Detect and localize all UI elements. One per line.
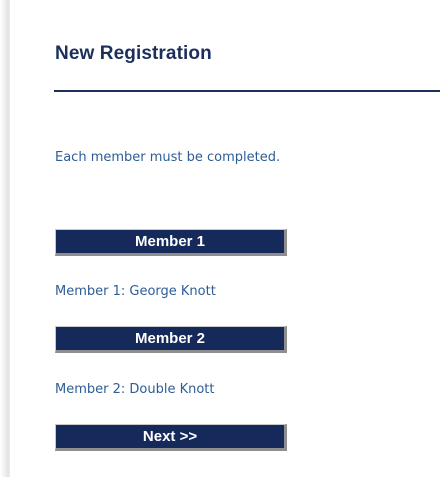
member-2-summary: Member 2: Double Knott (55, 382, 215, 397)
member-2-button[interactable]: Member 2 (55, 326, 287, 353)
next-button[interactable]: Next >> (55, 424, 287, 451)
title-divider (54, 90, 440, 92)
member-1-summary: Member 1: George Knott (55, 284, 216, 299)
registration-page: New Registration Each member must be com… (0, 0, 440, 477)
member-1-button[interactable]: Member 1 (55, 229, 287, 256)
left-border-strip (0, 0, 10, 477)
page-title: New Registration (55, 43, 212, 64)
instruction-text: Each member must be completed. (55, 150, 281, 165)
